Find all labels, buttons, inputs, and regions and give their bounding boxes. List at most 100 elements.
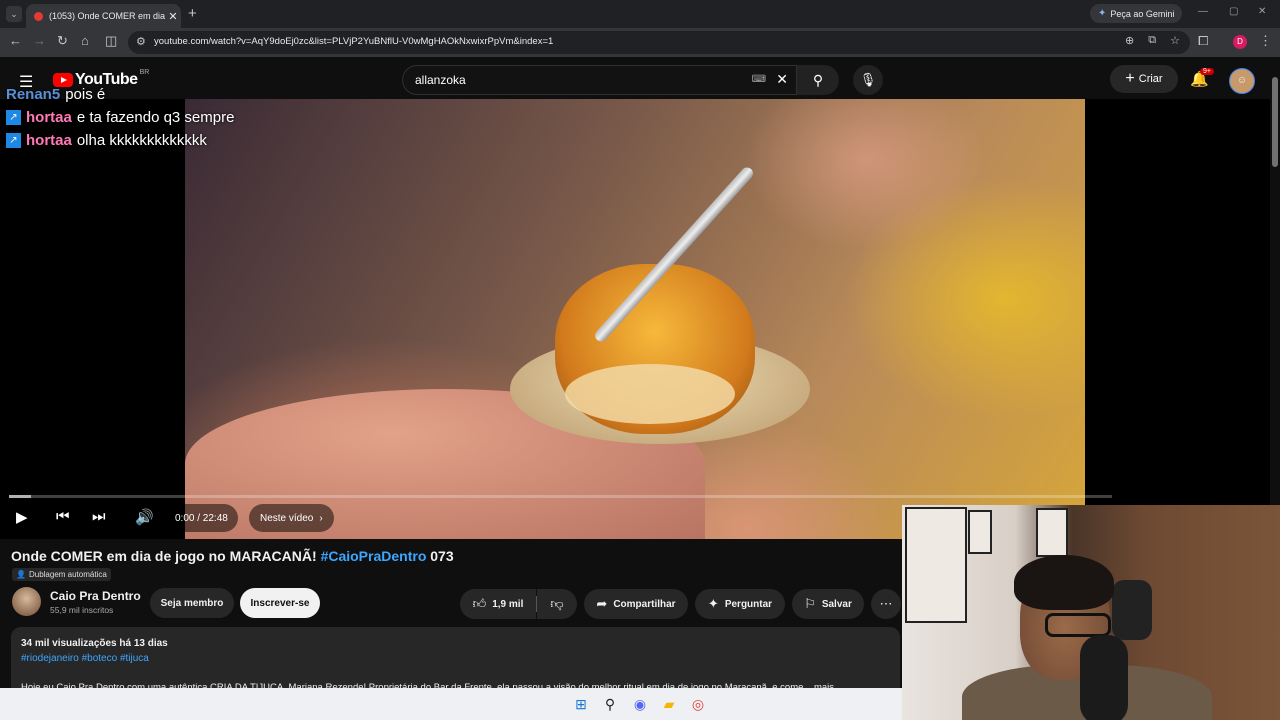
chat-line: Renan5 pois é (6, 83, 234, 106)
file-explorer-icon[interactable]: ▰ (660, 695, 678, 713)
tab-search-icon[interactable]: ⌄ (6, 6, 22, 22)
tab-close-icon[interactable]: ✕ (165, 10, 181, 23)
cast-icon[interactable]: ⧉ (1148, 34, 1156, 47)
forward-icon[interactable]: → (33, 33, 46, 48)
video-player[interactable]: ▶ ⏮ ⏭ 🔊 0:00 / 22:48 Neste vídeo › (0, 99, 1270, 539)
join-label: Seja membro (160, 597, 224, 609)
previous-icon[interactable]: ⏮ (56, 508, 70, 525)
search-value: allanzoka (415, 73, 466, 87)
microphone-icon: 🎙 (859, 72, 877, 87)
channel-avatar[interactable] (12, 587, 41, 616)
browser-tab[interactable]: (1053) Onde COMER em dia de ✕ (26, 4, 181, 28)
profile-avatar[interactable]: D (1233, 35, 1247, 49)
share-label: Compartilhar (613, 598, 676, 610)
thumbs-up-icon: 👍︎ (472, 596, 487, 611)
description-hashtags[interactable]: #riodejaneiro #boteco #tijuca (21, 653, 149, 664)
search-icon: ⚲ (812, 72, 824, 88)
close-window-icon[interactable]: ✕ (1258, 6, 1266, 17)
thumbs-down-icon: 👎︎ (550, 596, 564, 611)
clear-search-icon[interactable]: ✕ (776, 71, 788, 88)
address-bar[interactable]: ⚙ youtube.com/watch?v=AqY9doEj0zc&list=P… (128, 31, 1190, 54)
minimize-icon[interactable]: — (1198, 6, 1208, 17)
zoom-icon[interactable]: ⊕ (1125, 34, 1134, 47)
taskbar-search-icon[interactable]: ⚲ (601, 695, 619, 713)
save-button[interactable]: ⚐ Salvar (792, 589, 864, 619)
chat-line: ↗ hortaa e ta fazendo q3 sempre (6, 106, 234, 129)
chat-line: ↗ hortaa olha kkkkkkkkkkkkk (6, 129, 234, 152)
notification-count-badge: 9+ (1200, 68, 1214, 75)
chapters-button[interactable]: Neste vídeo › (249, 504, 334, 532)
share-icon: ➦ (596, 596, 608, 611)
more-actions-button[interactable]: ⋯ (871, 589, 901, 619)
webcam-overlay (902, 505, 1280, 720)
chevron-right-icon: › (319, 512, 323, 524)
search-button[interactable]: ⚲ (797, 65, 839, 95)
windows-start-icon[interactable]: ⊞ (572, 695, 590, 713)
ask-label: Perguntar (724, 598, 773, 610)
chrome-icon[interactable]: ◎ (689, 695, 707, 713)
create-button[interactable]: + Criar (1110, 65, 1178, 93)
back-icon[interactable]: ← (9, 33, 22, 48)
dubbing-badge: 👤 Dublagem automática (12, 568, 111, 581)
chat-username: hortaa (26, 109, 72, 126)
title-hashtag[interactable]: #CaioPraDentro (321, 548, 427, 564)
save-label: Salvar (821, 598, 852, 610)
wall-poster (1036, 508, 1068, 557)
tab-title: (1053) Onde COMER em dia de (49, 11, 165, 21)
video-title: Onde COMER em dia de jogo no MARACANÃ! #… (11, 548, 454, 564)
browser-toolbar: ← → ↻ ⌂ ◫ ⚙ youtube.com/watch?v=AqY9doEj… (0, 28, 1280, 57)
volume-icon[interactable]: 🔊 (135, 508, 154, 526)
title-end: 073 (426, 548, 454, 564)
gemini-button[interactable]: ✦ Peça ao Gemini (1090, 4, 1183, 23)
restore-icon[interactable]: ▢ (1229, 6, 1238, 17)
ask-button[interactable]: ✦ Perguntar (695, 589, 785, 619)
join-button[interactable]: Seja membro (150, 588, 234, 618)
channel-name[interactable]: Caio Pra Dentro (50, 589, 141, 603)
scrollbar-thumb[interactable] (1272, 77, 1278, 167)
page-scrollbar[interactable] (1270, 57, 1280, 505)
country-code: BR (139, 68, 150, 76)
wall-poster (905, 507, 967, 623)
search-input[interactable]: allanzoka ⌨ ✕ (402, 65, 797, 95)
streamer-microphone (1080, 635, 1128, 720)
voice-search-button[interactable]: 🎙 (853, 65, 883, 95)
chat-badge-icon: ↗ (6, 133, 21, 148)
progress-bar[interactable] (9, 495, 1112, 498)
chapters-label: Neste vídeo (260, 512, 314, 524)
dislike-button[interactable]: 👎︎ (537, 589, 577, 619)
extensions-icon[interactable]: ⧠ (1198, 33, 1208, 49)
description-box[interactable]: 34 mil visualizações há 13 dias #riodeja… (11, 627, 900, 697)
like-button[interactable]: 👍︎ 1,9 mil (460, 589, 536, 619)
chair-back (1112, 580, 1152, 640)
chat-message: e ta fazendo q3 sempre (76, 109, 235, 126)
reload-icon[interactable]: ↻ (57, 33, 68, 49)
sparkle-icon: ✦ (707, 596, 719, 611)
bookmark-star-icon[interactable]: ☆ (1170, 34, 1180, 47)
keyboard-icon[interactable]: ⌨ (752, 74, 766, 85)
subscribe-label: Inscrever-se (250, 597, 310, 609)
subscribe-button[interactable]: Inscrever-se (240, 588, 320, 618)
more-dots-icon: ⋯ (879, 596, 893, 611)
share-button[interactable]: ➦ Compartilhar (584, 589, 688, 619)
dub-label: Dublagem automática (28, 570, 107, 579)
chat-message: pois é (65, 86, 106, 103)
time-display: 0:00 / 22:48 (165, 504, 238, 532)
wall-poster (968, 510, 992, 554)
browser-menu-icon[interactable]: ⋮ (1259, 33, 1272, 49)
plus-icon: + (1125, 70, 1135, 87)
video-frame[interactable] (185, 99, 1085, 539)
discord-icon[interactable]: ◉ (631, 695, 649, 713)
split-view-icon[interactable]: ◫ (105, 33, 117, 49)
next-icon[interactable]: ⏭ (92, 508, 106, 525)
view-stats: 34 mil visualizações há 13 dias (21, 638, 168, 649)
home-icon[interactable]: ⌂ (81, 33, 89, 48)
account-avatar[interactable]: ☺ (1229, 68, 1255, 94)
site-info-icon[interactable]: ⚙ (136, 35, 146, 48)
streamer-hair (1014, 555, 1114, 610)
gemini-label: Peça ao Gemini (1110, 8, 1175, 19)
new-tab-icon[interactable]: + (188, 5, 197, 22)
windows-taskbar: ⊞ ⚲ ◉ ▰ ◎ (0, 688, 902, 720)
channel-subscribers: 55,9 mil inscritos (50, 605, 114, 615)
person-voice-icon: 👤 (16, 570, 26, 579)
play-icon[interactable]: ▶ (16, 508, 28, 526)
